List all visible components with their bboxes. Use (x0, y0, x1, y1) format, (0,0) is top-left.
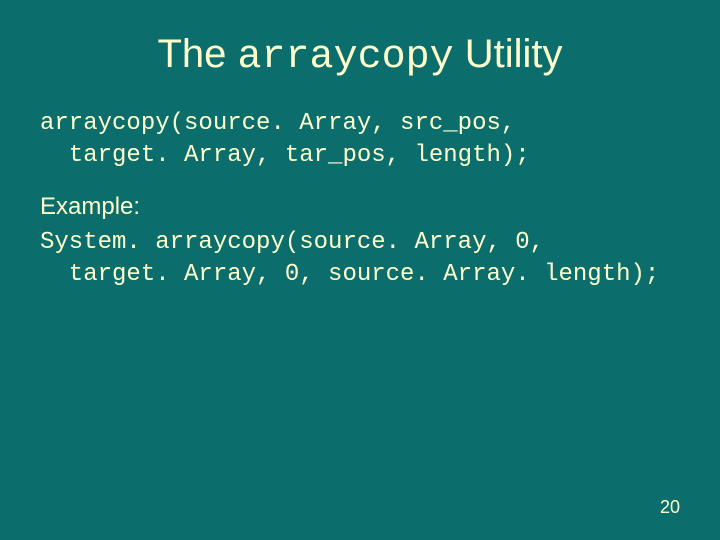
code-block-signature: arraycopy(source. Array, src_pos, target… (40, 108, 680, 173)
page-number: 20 (660, 497, 680, 518)
slide: The arraycopy Utility arraycopy(source. … (0, 0, 720, 540)
code-line: target. Array, tar_pos, length); (40, 142, 530, 169)
example-label: Example: (40, 193, 680, 221)
title-mono: arraycopy (238, 35, 454, 80)
code-line: arraycopy(source. Array, src_pos, (40, 110, 515, 137)
code-line: System. arraycopy(source. Array, 0, (40, 229, 544, 256)
title-pre: The (158, 32, 238, 76)
title-post: Utility (454, 32, 563, 76)
slide-title: The arraycopy Utility (40, 32, 680, 80)
code-line: target. Array, 0, source. Array. length)… (40, 261, 659, 288)
code-block-example: System. arraycopy(source. Array, 0, targ… (40, 227, 680, 292)
